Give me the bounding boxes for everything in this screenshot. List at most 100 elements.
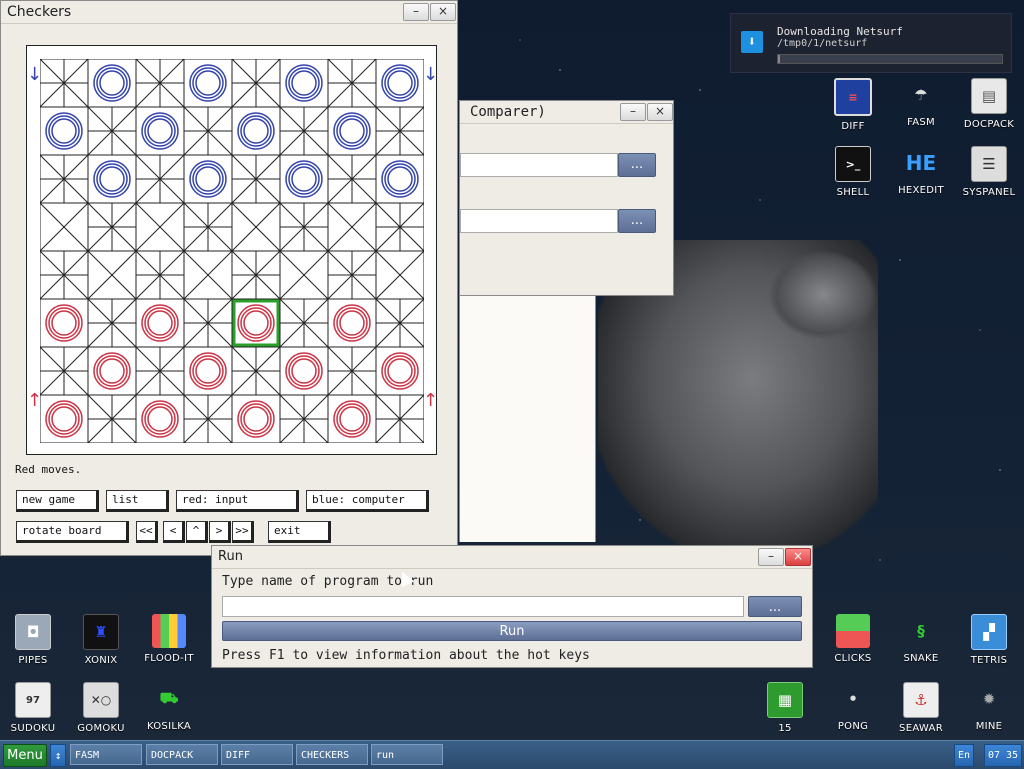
- snake-icon: §: [917, 622, 925, 640]
- last-move-button[interactable]: >>: [232, 521, 254, 543]
- board-grid[interactable]: [40, 59, 424, 443]
- browse-second-button[interactable]: ...: [618, 209, 656, 233]
- prev-move-button[interactable]: <: [163, 521, 185, 543]
- board-square[interactable]: [279, 59, 329, 108]
- desktop-icon-label: DIFF: [841, 121, 865, 132]
- board-square[interactable]: [231, 394, 281, 443]
- board-square[interactable]: [87, 346, 137, 396]
- board-square[interactable]: [87, 59, 137, 108]
- board-square[interactable]: [279, 346, 329, 396]
- desktop-icon-label: KOSILKA: [146, 721, 192, 732]
- board-square[interactable]: [183, 59, 233, 108]
- desktop-icon-label: PIPES: [18, 655, 48, 666]
- run-titlebar[interactable]: Run – ×: [212, 546, 812, 569]
- board-square[interactable]: [40, 298, 89, 348]
- checkers-board[interactable]: ↓ ↓ ↑ ↑: [26, 45, 438, 455]
- task-checkers[interactable]: CHECKERS: [296, 744, 368, 765]
- blue-player-button[interactable]: blue: computer: [306, 490, 429, 512]
- task-docpack[interactable]: DOCPACK: [146, 744, 218, 765]
- desktop-icon-clicks[interactable]: CLICKS: [821, 614, 885, 664]
- desktop-icon-flood-it[interactable]: FLOOD-IT: [137, 614, 201, 664]
- desktop-icon-tetris[interactable]: ▞ TETRIS: [957, 614, 1021, 666]
- comparer-titlebar[interactable]: Comparer) – ×: [460, 101, 673, 124]
- desktop-icon-syspanel[interactable]: ☰ SYSPANEL: [957, 146, 1021, 198]
- board-square[interactable]: [375, 346, 424, 396]
- checkers-titlebar[interactable]: Checkers – ×: [1, 1, 457, 24]
- language-indicator[interactable]: En: [954, 744, 974, 767]
- run-dialog[interactable]: Run – × Type name of program to run ... …: [211, 545, 813, 668]
- checkers-title: Checkers: [7, 4, 72, 20]
- comparer-window[interactable]: Comparer) – × ... ...: [459, 100, 674, 296]
- browse-first-button[interactable]: ...: [618, 153, 656, 177]
- board-square[interactable]: [135, 106, 185, 156]
- desktop-icon-shell[interactable]: >_ SHELL: [821, 146, 885, 198]
- board-square[interactable]: [135, 394, 185, 443]
- minimize-button[interactable]: –: [403, 3, 429, 21]
- desktop-icon-fasm[interactable]: ☂ FASM: [889, 78, 953, 128]
- mine-icon: ✹: [982, 690, 996, 708]
- program-name-input[interactable]: [222, 596, 744, 617]
- board-square[interactable]: [279, 154, 329, 204]
- board-square[interactable]: [375, 154, 424, 204]
- desktop-icon-xonix[interactable]: ♜ XONIX: [69, 614, 133, 666]
- desktop-icon-diff[interactable]: ≡ DIFF: [821, 78, 885, 132]
- desktop-icon-pipes[interactable]: ◘ PIPES: [1, 614, 65, 666]
- board-square[interactable]: [135, 298, 185, 348]
- close-button[interactable]: ×: [785, 548, 811, 566]
- desktop-icon-docpack[interactable]: ▤ DOCPACK: [957, 78, 1021, 130]
- board-square[interactable]: [183, 154, 233, 204]
- taskbar-swap-button[interactable]: ↕: [50, 744, 66, 767]
- board-square[interactable]: [87, 154, 137, 204]
- task-run[interactable]: run: [371, 744, 443, 765]
- task-fasm[interactable]: FASM: [70, 744, 142, 765]
- desktop-icon-label: FLOOD-IT: [144, 653, 194, 664]
- exit-button[interactable]: exit: [268, 521, 331, 543]
- red-player-button[interactable]: red: input: [176, 490, 299, 512]
- desktop-icon-label: HEXEDIT: [898, 185, 944, 196]
- checkers-window[interactable]: Checkers – × ↓ ↓ ↑ ↑ Red moves. new game…: [0, 0, 458, 556]
- run-title: Run: [218, 549, 243, 564]
- desktop-icon-label: CLICKS: [834, 653, 872, 664]
- board-square[interactable]: [327, 298, 377, 348]
- task-diff[interactable]: DIFF: [221, 744, 293, 765]
- desktop-icon-hexedit[interactable]: HE HEXEDIT: [889, 146, 953, 196]
- browse-program-button[interactable]: ...: [748, 596, 802, 617]
- board-square[interactable]: [40, 394, 89, 443]
- download-progress-fill: [778, 55, 781, 63]
- first-move-button[interactable]: <<: [136, 521, 158, 543]
- gomoku-icon: ✕○: [83, 682, 119, 718]
- board-square[interactable]: [40, 106, 89, 156]
- second-file-field[interactable]: [460, 209, 618, 233]
- desktop-icon-seawar[interactable]: ⚓ SEAWAR: [889, 682, 953, 734]
- desktop-icon-mine[interactable]: ✹ MINE: [957, 682, 1021, 732]
- board-square[interactable]: [327, 394, 377, 443]
- new-game-button[interactable]: new game: [16, 490, 99, 512]
- run-button[interactable]: Run: [222, 621, 802, 641]
- minimize-button[interactable]: –: [758, 548, 784, 566]
- desktop-icon-15[interactable]: ▦ 15: [753, 682, 817, 734]
- hotkeys-hint: Press F1 to view information about the h…: [222, 648, 590, 663]
- first-file-field[interactable]: [460, 153, 618, 177]
- current-move-button[interactable]: ^: [186, 521, 208, 543]
- desktop-icon-sudoku[interactable]: 97 SUDOKU: [1, 682, 65, 734]
- hexedit-icon: HE: [905, 151, 937, 175]
- desktop-icon-snake[interactable]: § SNAKE: [889, 614, 953, 664]
- board-square[interactable]: [375, 59, 424, 108]
- desktop-icon-gomoku[interactable]: ✕○ GOMOKU: [69, 682, 133, 734]
- minimize-button[interactable]: –: [620, 103, 646, 121]
- wallpaper-canopy: [768, 250, 878, 340]
- list-button[interactable]: list: [106, 490, 169, 512]
- clock[interactable]: 07 35: [984, 744, 1022, 767]
- board-square[interactable]: [231, 106, 281, 156]
- desktop-icon-pong[interactable]: • PONG: [821, 682, 885, 732]
- desktop-icon-kosilka[interactable]: ⛟ KOSILKA: [137, 682, 201, 732]
- board-square[interactable]: [183, 346, 233, 396]
- menu-button[interactable]: Menu: [3, 744, 47, 767]
- close-button[interactable]: ×: [430, 3, 456, 21]
- next-move-button[interactable]: >: [209, 521, 231, 543]
- download-notification[interactable]: ⬇ Downloading Netsurf /tmp0/1/netsurf: [730, 13, 1012, 73]
- close-button[interactable]: ×: [647, 103, 673, 121]
- board-square[interactable]: [231, 298, 281, 348]
- rotate-board-button[interactable]: rotate board: [16, 521, 129, 543]
- board-square[interactable]: [327, 106, 377, 156]
